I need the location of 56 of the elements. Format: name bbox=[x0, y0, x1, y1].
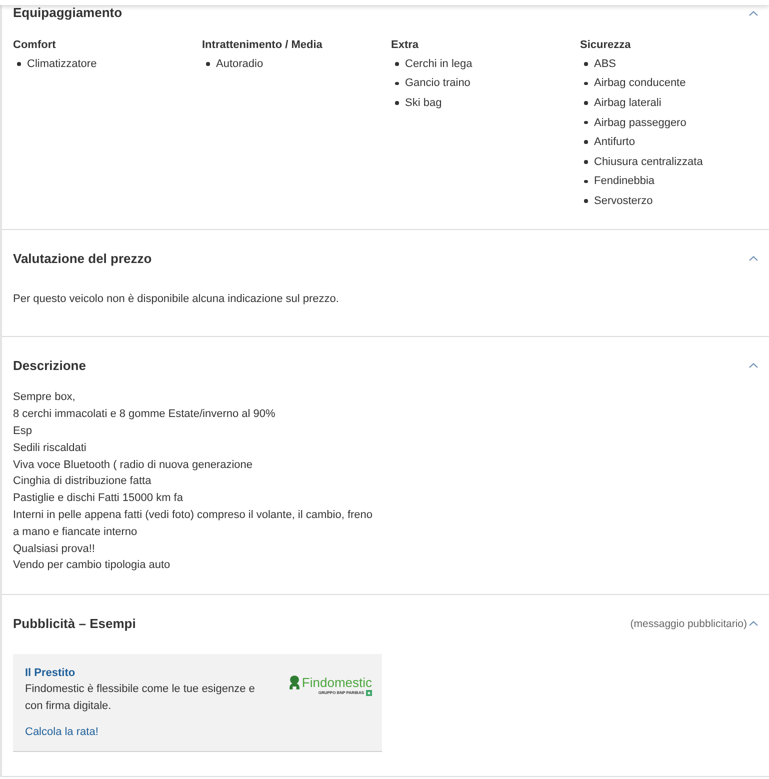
logo-wordmark: Findomestic bbox=[302, 674, 372, 690]
price-note: Per questo veicolo non è disponibile alcuna indicazione sul prezzo. bbox=[13, 292, 340, 307]
category-heading: Extra bbox=[391, 38, 420, 53]
bullet-icon bbox=[584, 140, 588, 144]
description-line: Vendo per cambio tipologia auto bbox=[13, 558, 172, 574]
ad-title: Il Prestito bbox=[25, 666, 76, 681]
equipment-item: Antifurto bbox=[594, 135, 635, 150]
bullet-icon bbox=[395, 82, 398, 86]
star-badge-icon bbox=[366, 690, 372, 696]
description-line: Pastiglie e dischi Fatti 15000 km fa bbox=[13, 491, 184, 506]
equipment-item: Airbag conducente bbox=[594, 76, 686, 90]
chevron-up-icon[interactable] bbox=[749, 363, 758, 368]
description-line: Esp bbox=[13, 424, 33, 439]
description-line: Viva voce Bluetooth ( radio di nuova generazione bbox=[13, 458, 254, 473]
chevron-up-icon[interactable] bbox=[749, 256, 758, 262]
chevron-up-icon[interactable] bbox=[749, 621, 758, 626]
equipment-item: Ski bag bbox=[405, 96, 442, 110]
equipment-item: Airbag passeggero bbox=[594, 116, 686, 130]
description-line: Qualsiasi prova!! bbox=[13, 542, 96, 557]
equipment-item: Fendinebbia bbox=[594, 174, 655, 188]
category-heading: Intrattenimento / Media bbox=[202, 38, 324, 53]
section-title: Valutazione del prezzo bbox=[13, 250, 152, 267]
section-title: Pubblicità – Esempi bbox=[13, 616, 136, 632]
bullet-icon bbox=[584, 120, 588, 124]
equipment-item: Autoradio bbox=[216, 56, 264, 71]
category-heading: Sicurezza bbox=[580, 38, 632, 53]
description-line: Sedili riscaldati bbox=[13, 440, 88, 456]
bullet-icon bbox=[584, 62, 588, 66]
equipment-item: Climatizzatore bbox=[27, 56, 97, 71]
description-line: 8 cerchi immacolati e 8 gomme Estate/inverno al 90% bbox=[13, 407, 276, 422]
equipment-item: ABS bbox=[594, 56, 616, 71]
equipment-item: Cerchi in lega bbox=[405, 56, 472, 71]
section-title: Equipaggiamento bbox=[13, 5, 122, 21]
bullet-icon bbox=[584, 160, 588, 164]
equipment-item: Chiusura centralizzata bbox=[594, 154, 703, 169]
equipment-item: Servosterzo bbox=[594, 194, 653, 208]
calculate-link[interactable]: Calcola la rata! bbox=[25, 724, 98, 741]
ad-notice: (messaggio pubblicitario) bbox=[630, 616, 747, 631]
logo-figure-icon bbox=[288, 674, 300, 690]
equipment-item: Airbag laterali bbox=[594, 96, 662, 110]
bullet-icon bbox=[395, 62, 398, 66]
description-line: Sempre box, bbox=[13, 390, 76, 406]
description-line: Interni in pelle appena fatti (vedi foto) compreso il volante, il cambio, freno a mano e fiancate interno bbox=[13, 508, 374, 540]
ad-description: Findomestic è flessibile come le tue esigenze e con firma digitale. bbox=[25, 682, 256, 714]
equipment-item: Gancio traino bbox=[405, 76, 470, 90]
bullet-icon bbox=[584, 101, 588, 105]
bullet-icon bbox=[395, 101, 398, 105]
bullet-icon bbox=[584, 82, 588, 86]
section-title: Descrizione bbox=[13, 358, 86, 374]
chevron-up-icon[interactable] bbox=[749, 10, 758, 16]
bullet-icon bbox=[584, 180, 588, 184]
bullet-icon bbox=[584, 199, 588, 203]
bullet-icon bbox=[17, 62, 20, 66]
bullet-icon bbox=[206, 62, 210, 66]
description-line: Cinghia di distribuzione fatta bbox=[13, 474, 152, 490]
category-heading: Comfort bbox=[13, 38, 57, 53]
